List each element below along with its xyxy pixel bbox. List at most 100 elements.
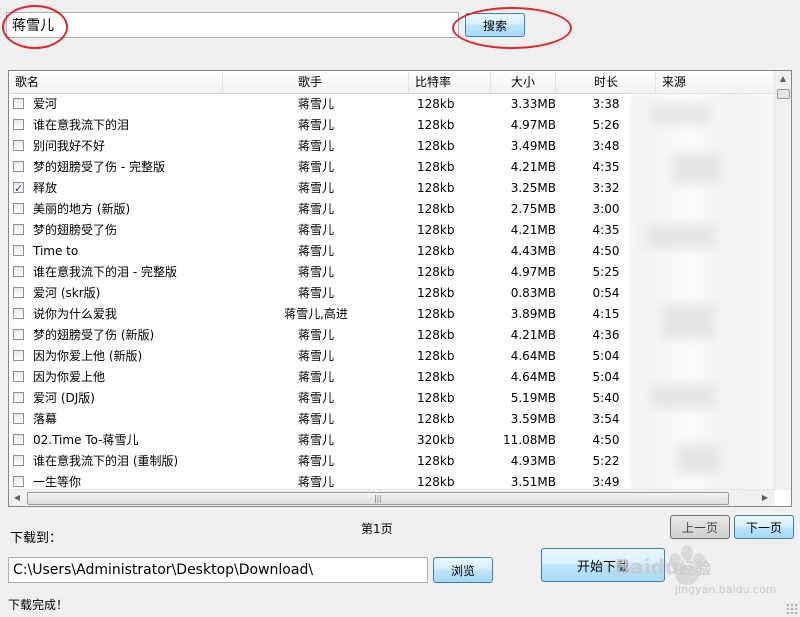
row-checkbox[interactable] <box>13 224 24 235</box>
song-title: 梦的翅膀受了伤 (新版) <box>33 328 155 342</box>
row-checkbox[interactable] <box>13 350 24 361</box>
row-checkbox[interactable] <box>13 245 24 256</box>
song-size: 4.97MB <box>510 118 556 132</box>
song-size: 3.89MB <box>510 307 556 321</box>
search-button[interactable]: 搜索 <box>465 13 525 37</box>
row-checkbox[interactable] <box>13 413 24 424</box>
song-title: 美丽的地方 (新版) <box>33 202 131 216</box>
row-checkbox[interactable] <box>13 140 24 151</box>
column-header-duration[interactable]: 时长 <box>556 71 656 93</box>
source-column-blurred <box>631 94 781 492</box>
row-checkbox[interactable] <box>13 119 24 130</box>
column-header-source[interactable]: 来源 <box>656 71 777 93</box>
song-list[interactable]: 歌名 歌手 比特率 大小 时长 来源 爱河 蒋雪儿 128kb 3.33MB 3:38 谁… <box>8 70 792 507</box>
row-checkbox[interactable] <box>13 161 24 172</box>
song-title: 别问我好不好 <box>33 139 106 153</box>
scroll-up-icon[interactable]: ▲ <box>775 71 791 87</box>
song-size: 4.97MB <box>510 265 556 279</box>
row-checkbox[interactable] <box>13 371 24 382</box>
song-title: 谁在意我流下的泪 (重制版) <box>33 454 179 468</box>
song-bitrate: 128kb <box>417 454 455 468</box>
resize-grip-icon[interactable] <box>786 603 798 615</box>
row-checkbox[interactable] <box>13 203 24 214</box>
song-bitrate: 128kb <box>417 349 455 363</box>
song-size: 11.08MB <box>503 433 556 447</box>
song-artist: 蒋雪儿 <box>297 454 334 468</box>
song-size: 4.93MB <box>510 454 556 468</box>
watermark-url: jingyan.baidu.com <box>675 583 777 596</box>
row-checkbox[interactable] <box>13 455 24 466</box>
row-checkbox[interactable] <box>13 392 24 403</box>
song-size: 4.21MB <box>510 328 556 342</box>
song-bitrate: 128kb <box>417 286 455 300</box>
song-artist: 蒋雪儿 <box>297 349 334 363</box>
row-checkbox[interactable] <box>13 308 24 319</box>
horizontal-scrollbar[interactable]: ◀ ||| ▶ <box>9 489 775 506</box>
prev-page-button[interactable]: 上一页 <box>670 515 730 539</box>
song-size: 4.43MB <box>510 244 556 258</box>
song-artist: 蒋雪儿,高进 <box>284 307 348 321</box>
song-size: 3.49MB <box>510 139 556 153</box>
browse-button[interactable]: 浏览 <box>433 557 493 583</box>
row-checkbox[interactable] <box>13 178 24 199</box>
song-bitrate: 128kb <box>417 328 455 342</box>
song-size: 3.33MB <box>510 97 556 111</box>
song-bitrate: 128kb <box>417 139 455 153</box>
song-title: 谁在意我流下的泪 <box>33 118 130 132</box>
song-size: 4.64MB <box>510 349 556 363</box>
song-title: 因为你爱上他 (新版) <box>33 349 143 363</box>
song-size: 4.21MB <box>510 223 556 237</box>
column-header-title[interactable]: 歌名 <box>9 71 223 93</box>
vertical-scroll-thumb[interactable] <box>777 89 790 99</box>
song-bitrate: 320kb <box>417 433 455 447</box>
song-bitrate: 128kb <box>417 265 455 279</box>
song-bitrate: 128kb <box>417 391 455 405</box>
song-artist: 蒋雪儿 <box>297 286 334 300</box>
download-path-input[interactable] <box>8 557 428 583</box>
song-artist: 蒋雪儿 <box>297 160 334 174</box>
column-header-artist[interactable]: 歌手 <box>223 71 409 93</box>
song-artist: 蒋雪儿 <box>297 433 334 447</box>
next-page-button[interactable]: 下一页 <box>734 515 794 539</box>
song-bitrate: 128kb <box>417 202 455 216</box>
song-size: 4.21MB <box>510 160 556 174</box>
column-header-bitrate[interactable]: 比特率 <box>409 71 491 93</box>
vertical-scrollbar[interactable]: ▲ <box>774 71 791 490</box>
download-to-label: 下载到： <box>10 531 63 546</box>
row-checkbox[interactable] <box>13 266 24 277</box>
song-title: 谁在意我流下的泪 - 完整版 <box>33 265 177 279</box>
start-download-button[interactable]: 开始下载 <box>541 548 665 582</box>
song-size: 2.75MB <box>510 202 556 216</box>
row-checkbox[interactable] <box>13 476 24 487</box>
song-title: 因为你爱上他 <box>33 370 106 384</box>
song-artist: 蒋雪儿 <box>297 370 334 384</box>
song-title: 爱河 <box>33 97 58 111</box>
song-artist: 蒋雪儿 <box>297 97 334 111</box>
scroll-left-icon[interactable]: ◀ <box>9 490 25 506</box>
row-checkbox[interactable] <box>13 98 24 109</box>
song-bitrate: 128kb <box>417 181 455 195</box>
row-checkbox[interactable] <box>13 287 24 298</box>
search-input[interactable] <box>6 12 459 38</box>
song-size: 5.19MB <box>510 391 556 405</box>
song-bitrate: 128kb <box>417 97 455 111</box>
song-title: 梦的翅膀受了伤 <box>33 223 118 237</box>
song-artist: 蒋雪儿 <box>297 118 334 132</box>
song-bitrate: 128kb <box>417 223 455 237</box>
song-artist: 蒋雪儿 <box>297 202 334 216</box>
song-bitrate: 128kb <box>417 160 455 174</box>
song-title: 02.Time To-蒋雪儿 <box>33 433 139 447</box>
song-title: 爱河 (skr版) <box>33 286 101 300</box>
song-title: 爱河 (DJ版) <box>33 391 95 405</box>
horizontal-scroll-thumb[interactable]: ||| <box>27 492 729 505</box>
song-artist: 蒋雪儿 <box>297 328 334 342</box>
row-checkbox[interactable] <box>13 329 24 340</box>
song-size: 3.59MB <box>510 412 556 426</box>
row-checkbox[interactable] <box>13 434 24 445</box>
scroll-right-icon[interactable]: ▶ <box>757 490 773 506</box>
list-header: 歌名 歌手 比特率 大小 时长 来源 <box>9 71 777 94</box>
song-title: 释放 <box>33 181 58 195</box>
song-artist: 蒋雪儿 <box>297 412 334 426</box>
song-title: 落幕 <box>33 412 58 426</box>
column-header-size[interactable]: 大小 <box>491 71 556 93</box>
